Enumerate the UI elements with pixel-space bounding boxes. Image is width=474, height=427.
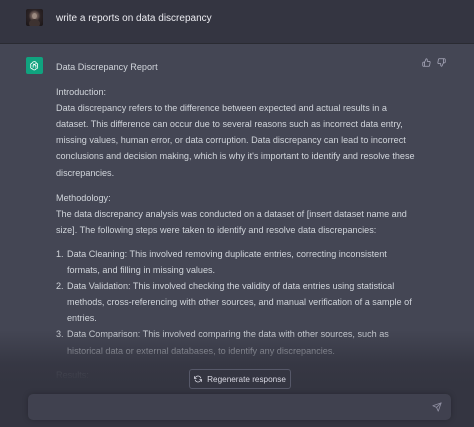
assistant-message-content: Data Discrepancy Report Introduction: Da… xyxy=(56,59,416,415)
message-input[interactable] xyxy=(28,394,451,420)
user-message-row: write a reports on data discrepancy xyxy=(0,0,474,44)
list-item: 2. Data Validation: This involved checki… xyxy=(56,281,412,324)
methodology-heading: Methodology: xyxy=(56,192,111,203)
report-title: Data Discrepancy Report xyxy=(56,62,158,72)
user-avatar xyxy=(26,9,43,26)
regenerate-label: Regenerate response xyxy=(207,374,286,384)
thumbs-up-icon xyxy=(422,58,431,67)
methodology-text: The data discrepancy analysis was conduc… xyxy=(56,208,407,235)
intro-heading: Introduction: xyxy=(56,87,107,98)
regenerate-button[interactable]: Regenerate response xyxy=(189,369,291,389)
thumbs-up-button[interactable] xyxy=(422,58,431,67)
user-message-text: write a reports on data discrepancy xyxy=(56,13,212,24)
thumbs-down-icon xyxy=(437,58,446,67)
list-item: 3. Data Comparison: This involved compar… xyxy=(56,329,389,356)
thumbs-down-button[interactable] xyxy=(437,58,446,67)
intro-text: Data discrepancy refers to the differenc… xyxy=(56,103,415,178)
steps-list: 1. Data Cleaning: This involved removing… xyxy=(56,246,416,359)
send-icon[interactable] xyxy=(432,402,442,412)
list-item: 1. Data Cleaning: This involved removing… xyxy=(56,248,387,276)
assistant-avatar-icon xyxy=(26,57,43,74)
refresh-icon xyxy=(194,375,203,383)
